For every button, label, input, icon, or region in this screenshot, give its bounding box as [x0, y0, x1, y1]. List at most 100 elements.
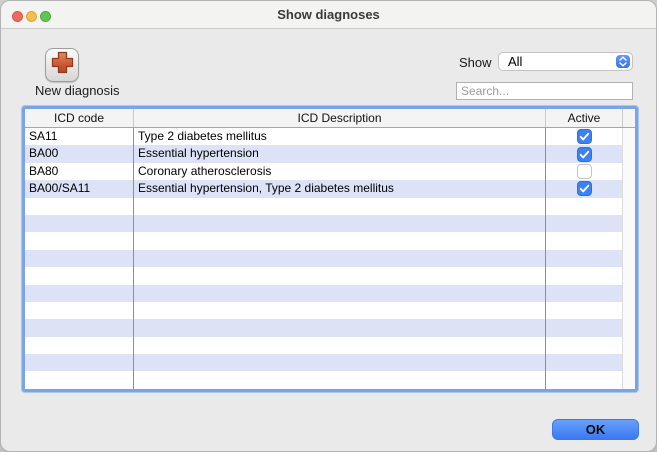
table-row-empty	[25, 198, 635, 215]
table-body: SA11Type 2 diabetes mellitusBA00Essentia…	[25, 128, 635, 390]
icd-description-cell	[134, 389, 546, 390]
table-row-empty	[25, 337, 635, 354]
show-select[interactable]: All	[498, 52, 633, 71]
active-cell	[546, 215, 623, 232]
icd-description-cell	[134, 215, 546, 232]
active-cell	[546, 163, 623, 180]
diagnoses-table: ICD code ICD Description Active SA11Type…	[22, 106, 638, 392]
table-row[interactable]: SA11Type 2 diabetes mellitus	[25, 128, 635, 145]
show-label: Show	[459, 55, 492, 70]
chevron-up-down-icon	[616, 55, 630, 68]
active-cell	[546, 319, 623, 336]
table-row[interactable]: BA00Essential hypertension	[25, 145, 635, 162]
scrollbar-track	[623, 371, 635, 388]
column-header-icd-code[interactable]: ICD code	[25, 109, 134, 127]
active-cell	[546, 354, 623, 371]
table-row-empty	[25, 319, 635, 336]
table-row-empty	[25, 302, 635, 319]
active-cell	[546, 232, 623, 249]
search-input[interactable]	[456, 82, 633, 100]
active-cell	[546, 337, 623, 354]
table-row-empty	[25, 232, 635, 249]
table-row[interactable]: BA00/SA11Essential hypertension, Type 2 …	[25, 180, 635, 197]
active-checkbox-checked-icon[interactable]	[577, 129, 592, 144]
scrollbar-track	[623, 337, 635, 354]
scrollbar-track	[623, 267, 635, 284]
icd-description-cell	[134, 337, 546, 354]
scrollbar-track	[623, 250, 635, 267]
table-header: ICD code ICD Description Active	[25, 109, 635, 128]
scrollbar-track	[623, 215, 635, 232]
scrollbar-track	[623, 163, 635, 180]
table-row-empty	[25, 250, 635, 267]
active-cell	[546, 389, 623, 390]
scrollbar-track	[623, 232, 635, 249]
icd-code-cell	[25, 232, 134, 249]
active-cell	[546, 371, 623, 388]
table-row-empty	[25, 285, 635, 302]
scrollbar-header-spacer	[623, 109, 635, 127]
active-cell	[546, 302, 623, 319]
table-row-empty	[25, 354, 635, 371]
icd-description-cell	[134, 267, 546, 284]
icd-code-cell	[25, 250, 134, 267]
scrollbar-track	[623, 198, 635, 215]
column-header-active[interactable]: Active	[546, 109, 623, 127]
scrollbar-track	[623, 285, 635, 302]
icd-description-cell: Essential hypertension	[134, 145, 546, 162]
active-cell	[546, 285, 623, 302]
icd-code-cell	[25, 337, 134, 354]
plus-cross-icon	[51, 51, 74, 79]
titlebar: Show diagnoses	[1, 1, 656, 29]
icd-description-cell	[134, 198, 546, 215]
icd-code-cell	[25, 371, 134, 388]
icd-code-cell: BA80	[25, 163, 134, 180]
icd-description-cell	[134, 250, 546, 267]
table-row-empty	[25, 389, 635, 390]
new-diagnosis-label: New diagnosis	[35, 83, 113, 98]
show-diagnoses-dialog: Show diagnoses New diagnosis Show All	[0, 0, 657, 452]
icd-description-cell: Essential hypertension, Type 2 diabetes …	[134, 180, 546, 197]
table-row[interactable]: BA80Coronary atherosclerosis	[25, 163, 635, 180]
show-select-value: All	[508, 54, 522, 69]
active-checkbox-checked-icon[interactable]	[577, 181, 592, 196]
icd-code-cell: SA11	[25, 128, 134, 145]
ok-button[interactable]: OK	[552, 419, 639, 440]
icd-description-cell: Type 2 diabetes mellitus	[134, 128, 546, 145]
icd-code-cell	[25, 215, 134, 232]
active-cell	[546, 198, 623, 215]
icd-code-cell: BA00	[25, 145, 134, 162]
active-cell	[546, 250, 623, 267]
window-title: Show diagnoses	[1, 1, 656, 29]
icd-code-cell	[25, 354, 134, 371]
scrollbar-track	[623, 319, 635, 336]
icd-code-cell: BA00/SA11	[25, 180, 134, 197]
active-cell	[546, 180, 623, 197]
icd-code-cell	[25, 319, 134, 336]
icd-code-cell	[25, 389, 134, 390]
table-row-empty	[25, 215, 635, 232]
new-diagnosis-button[interactable]	[45, 48, 79, 82]
icd-description-cell	[134, 371, 546, 388]
active-cell	[546, 128, 623, 145]
scrollbar-track	[623, 180, 635, 197]
icd-code-cell	[25, 198, 134, 215]
icd-description-cell	[134, 319, 546, 336]
icd-description-cell	[134, 302, 546, 319]
table-row-empty	[25, 371, 635, 388]
active-checkbox-checked-icon[interactable]	[577, 147, 592, 162]
icd-description-cell	[134, 285, 546, 302]
icd-description-cell	[134, 354, 546, 371]
active-cell	[546, 145, 623, 162]
icd-code-cell	[25, 302, 134, 319]
icd-code-cell	[25, 267, 134, 284]
scrollbar-track	[623, 128, 635, 145]
column-header-icd-description[interactable]: ICD Description	[134, 109, 546, 127]
scrollbar-track	[623, 302, 635, 319]
scrollbar-track	[623, 354, 635, 371]
active-cell	[546, 267, 623, 284]
icd-code-cell	[25, 285, 134, 302]
icd-description-cell	[134, 232, 546, 249]
table-row-empty	[25, 267, 635, 284]
active-checkbox-unchecked-icon[interactable]	[577, 164, 592, 179]
